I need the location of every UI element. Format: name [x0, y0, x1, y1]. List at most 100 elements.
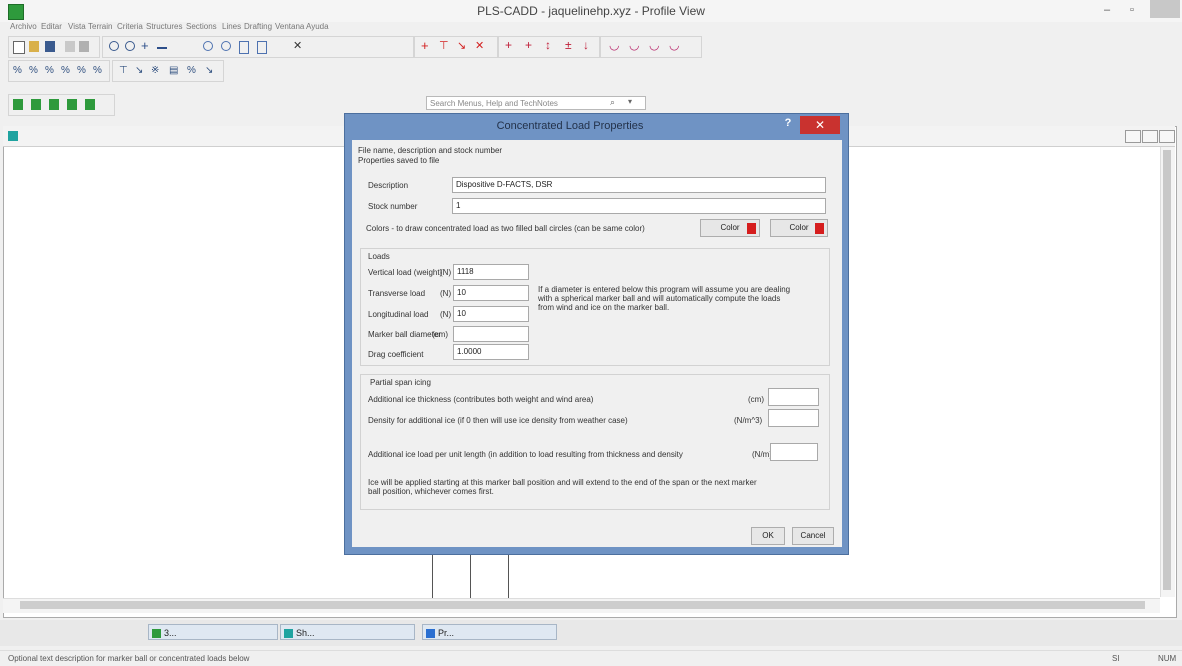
description-input[interactable]: Dispositive D-FACTS, DSR	[452, 177, 826, 193]
percent-1-icon[interactable]: %	[13, 65, 23, 76]
green-2-icon[interactable]	[31, 99, 41, 110]
mdi-restore-button[interactable]	[1142, 130, 1158, 143]
orbit-icon[interactable]	[221, 41, 231, 51]
ice-density-input[interactable]	[768, 409, 819, 427]
vertical-load-input[interactable]: 1118	[453, 264, 529, 280]
marker-diameter-label: Marker ball diameter	[368, 330, 441, 339]
rotate-icon[interactable]	[203, 41, 213, 51]
drag-coefficient-input[interactable]: 1.0000	[453, 344, 529, 360]
green-3-icon[interactable]	[49, 99, 59, 110]
ice-thickness-input[interactable]	[768, 388, 819, 406]
red-arrow-icon[interactable]: ↘	[457, 39, 467, 52]
plus-icon[interactable]: +	[141, 38, 151, 53]
cut-icon[interactable]	[65, 41, 75, 52]
menu-ventana[interactable]: Ventana	[275, 22, 304, 31]
red-delete-icon[interactable]: ✕	[475, 39, 485, 52]
mdi-close-button[interactable]	[1159, 130, 1175, 143]
task-window-3[interactable]: Pr...	[422, 624, 557, 640]
horizontal-scroll-thumb[interactable]	[20, 601, 1145, 609]
zoom-out-icon[interactable]	[125, 41, 135, 51]
ice-load-input[interactable]	[770, 443, 818, 461]
dialog-title: Concentrated Load Properties	[496, 120, 644, 132]
measure-icon[interactable]: ✕	[293, 39, 303, 52]
percent-toolbar: % % % % % %	[8, 60, 110, 82]
longitudinal-load-unit: (N)	[440, 310, 452, 319]
search-icon[interactable]: ⌕	[610, 97, 615, 108]
color-swatch-2	[815, 223, 824, 234]
restore-button[interactable]: ▫	[1120, 3, 1144, 17]
stock-number-input[interactable]: 1	[452, 198, 826, 214]
annot-4-icon[interactable]: ▤	[169, 65, 179, 76]
cable-3-icon[interactable]: ◡	[649, 38, 659, 52]
menu-terrain[interactable]: Terrain	[88, 22, 112, 31]
edit-point-icon[interactable]: ±	[565, 38, 575, 52]
copy-icon[interactable]	[79, 41, 89, 52]
cable-2-icon[interactable]: ◡	[629, 38, 639, 52]
menu-archivo[interactable]: Archivo	[10, 22, 37, 31]
cable-1-icon[interactable]: ◡	[609, 38, 619, 52]
longitudinal-load-input[interactable]: 10	[453, 306, 529, 322]
green-5-icon[interactable]	[85, 99, 95, 110]
transverse-load-label: Transverse load	[368, 289, 426, 298]
task-window-3-label: Pr...	[438, 628, 455, 638]
annot-1-icon[interactable]: ⊤	[119, 65, 129, 76]
colors-label: Colors - to draw concentrated load as tw…	[366, 224, 645, 233]
minimize-button[interactable]: –	[1095, 3, 1119, 17]
menu-sections[interactable]: Sections	[186, 22, 217, 31]
help-icon[interactable]: ?	[780, 117, 796, 133]
point-arrow-icon[interactable]: ↓	[583, 38, 593, 52]
percent-4-icon[interactable]: %	[61, 65, 71, 76]
menu-structures[interactable]: Structures	[146, 22, 182, 31]
vertical-scroll-thumb[interactable]	[1163, 150, 1171, 590]
zoom-in-icon[interactable]	[109, 41, 119, 51]
line-icon[interactable]	[157, 47, 167, 49]
marker-diameter-input[interactable]	[453, 326, 529, 342]
add-point-icon[interactable]: +	[525, 38, 535, 52]
percent-5-icon[interactable]: %	[77, 65, 87, 76]
cancel-button[interactable]: Cancel	[792, 527, 834, 545]
ok-button[interactable]: OK	[751, 527, 785, 545]
cable-4-icon[interactable]: ◡	[669, 38, 679, 52]
menu-vista[interactable]: Vista	[68, 22, 86, 31]
menu-drafting[interactable]: Drafting	[244, 22, 272, 31]
annot-2-icon[interactable]: ↘	[135, 65, 145, 76]
transverse-load-input[interactable]: 10	[453, 285, 529, 301]
color-button-1[interactable]: Color	[700, 219, 760, 237]
transverse-load-unit: (N)	[440, 289, 452, 298]
percent-3-icon[interactable]: %	[45, 65, 55, 76]
vertical-load-label: Vertical load (weight)	[368, 268, 443, 277]
search-dropdown-icon[interactable]: ▾	[628, 97, 632, 106]
percent-6-icon[interactable]: %	[93, 65, 103, 76]
task-window-1[interactable]: 3...	[148, 624, 278, 640]
green-4-icon[interactable]	[67, 99, 77, 110]
point-toolbar: + + ↕ ± ↓	[498, 36, 600, 58]
insert-point-icon[interactable]: +	[505, 38, 515, 52]
mdi-minimize-button[interactable]	[1125, 130, 1141, 143]
close-window-button[interactable]	[1150, 0, 1180, 18]
save-icon[interactable]	[45, 41, 55, 52]
profile-view-icon	[8, 131, 18, 141]
menu-criteria[interactable]: Criteria	[117, 22, 143, 31]
move-point-icon[interactable]: ↕	[545, 38, 555, 52]
diameter-note-line-1: If a diameter is entered below this prog…	[538, 285, 791, 294]
task-window-2[interactable]: Sh...	[280, 624, 415, 640]
percent-2-icon[interactable]: %	[29, 65, 39, 76]
red-branch-icon[interactable]: ⊤	[439, 39, 449, 52]
pan-icon[interactable]	[239, 41, 249, 54]
dialog-close-button[interactable]: ✕	[800, 116, 840, 134]
new-file-icon[interactable]	[13, 41, 25, 54]
fit-icon[interactable]	[257, 41, 267, 54]
open-folder-icon[interactable]	[29, 41, 39, 52]
annot-3-icon[interactable]: ※	[151, 65, 161, 76]
menu-editar[interactable]: Editar	[41, 22, 62, 31]
color-button-2[interactable]: Color	[770, 219, 828, 237]
annot-6-icon[interactable]: ↘	[205, 65, 215, 76]
menu-ayuda[interactable]: Ayuda	[306, 22, 329, 31]
annot-5-icon[interactable]: %	[187, 65, 197, 76]
diameter-note-line-2: with a spherical marker ball and will au…	[538, 294, 781, 303]
menu-lines[interactable]: Lines	[222, 22, 241, 31]
ice-density-label: Density for additional ice (if 0 then wi…	[368, 416, 628, 425]
color-button-1-label: Color	[720, 223, 740, 232]
green-1-icon[interactable]	[13, 99, 23, 110]
red-plus-icon[interactable]: +	[421, 38, 431, 53]
